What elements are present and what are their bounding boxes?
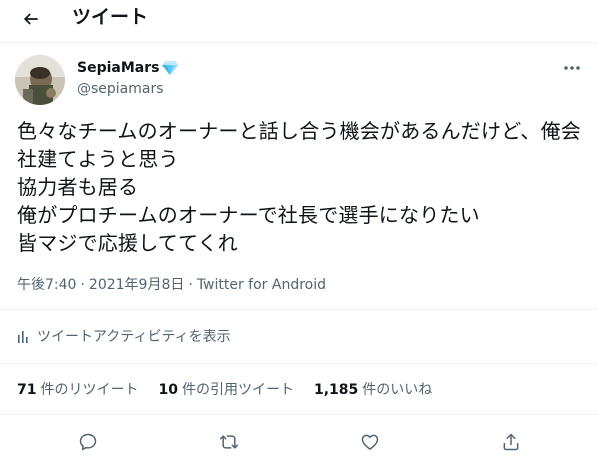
author-name[interactable]: SepiaMars — [77, 59, 179, 77]
like-count[interactable]: 1,185 件のいいね — [314, 381, 432, 399]
more-icon — [564, 66, 580, 70]
tweet-actions — [0, 423, 598, 459]
tweet-source[interactable]: Twitter for Android — [197, 276, 326, 294]
heart-icon — [361, 434, 379, 450]
share-button[interactable] — [496, 427, 526, 457]
page-title: ツイート — [72, 6, 149, 28]
like-button[interactable] — [355, 427, 385, 457]
tweet-activity-label: ツイートアクティビティを表示 — [37, 329, 231, 345]
retweet-count-label: 件のリツイート — [40, 382, 139, 398]
tweet-time[interactable]: 午後7:40 — [17, 276, 76, 294]
avatar-image — [15, 55, 65, 105]
meta-divider — [0, 309, 598, 310]
tweet-meta: 午後7:40 · 2021年9月8日 · Twitter for Android — [17, 276, 326, 294]
share-icon — [503, 433, 519, 451]
retweet-count[interactable]: 71 件のリツイート — [17, 381, 138, 399]
tweet-activity-link[interactable]: ツイートアクティビティを表示 — [17, 328, 231, 346]
quote-count-label: 件の引用ツイート — [181, 382, 294, 398]
more-options-button[interactable] — [558, 60, 586, 76]
retweet-button[interactable] — [214, 427, 244, 457]
header: ツイート — [0, 0, 598, 40]
diamond-icon — [162, 61, 179, 75]
retweet-count-value: 71 — [17, 382, 37, 398]
meta-separator: · — [80, 277, 85, 293]
stats-divider — [0, 414, 598, 415]
quote-count[interactable]: 10 件の引用ツイート — [158, 381, 293, 399]
author-handle[interactable]: @sepiamars — [77, 80, 164, 98]
tweet-date[interactable]: 2021年9月8日 — [89, 276, 184, 294]
reply-button[interactable] — [73, 427, 103, 457]
like-count-value: 1,185 — [313, 382, 359, 398]
avatar[interactable] — [15, 55, 65, 105]
meta-separator: · — [188, 277, 193, 293]
author-name-text: SepiaMars — [77, 60, 160, 76]
activity-divider — [0, 363, 598, 364]
arrow-left-icon — [23, 13, 38, 25]
like-count-label: 件のいいね — [362, 382, 433, 398]
quote-count-value: 10 — [158, 382, 178, 398]
tweet-stats: 71 件のリツイート 10 件の引用ツイート 1,185 件のいいね — [17, 381, 432, 399]
tweet-text: 色々なチームのオーナーと話し合う機会があるんだけど、俺会社建てようと思う 協力者… — [17, 119, 581, 255]
retweet-icon — [219, 435, 239, 449]
bar-chart-icon — [18, 331, 28, 343]
back-button[interactable] — [16, 4, 46, 34]
header-divider — [0, 42, 598, 43]
reply-icon — [79, 433, 97, 451]
